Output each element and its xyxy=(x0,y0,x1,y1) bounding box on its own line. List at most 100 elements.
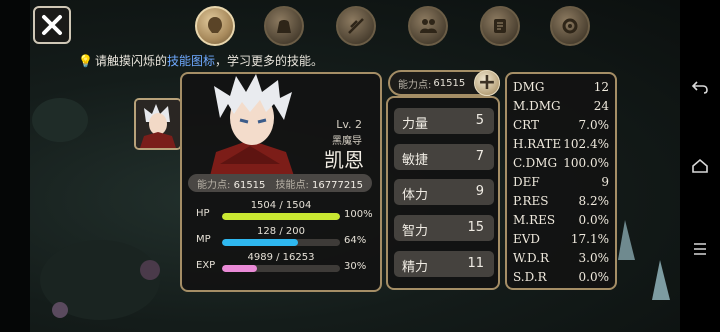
stat-row-dmg: DMG 12 xyxy=(507,78,615,97)
mp-label: MP xyxy=(196,234,211,245)
add-points-button[interactable]: + xyxy=(474,70,500,96)
exp-track xyxy=(222,265,340,272)
exp-percent: 30% xyxy=(344,261,367,272)
stat-key: DMG xyxy=(513,80,545,94)
back-icon xyxy=(691,81,708,94)
tab-inventory[interactable] xyxy=(264,6,304,46)
exp-label: EXP xyxy=(196,260,216,271)
ability-points-label: 能力点: xyxy=(197,179,231,191)
stat-key: S.D.R xyxy=(513,270,547,284)
character-name: 凯恩 xyxy=(324,148,364,172)
stat-row-evd: EVD 17.1% xyxy=(507,230,615,249)
stat-value: 7.0% xyxy=(578,118,610,132)
stat-key: DEF xyxy=(513,175,540,189)
hp-track xyxy=(222,213,340,220)
attribute-name: 智力 xyxy=(402,224,429,239)
tab-skills[interactable] xyxy=(336,6,376,46)
close-icon xyxy=(42,15,62,35)
mp-percent: 64% xyxy=(344,235,367,246)
tab-quest[interactable] xyxy=(480,6,520,46)
attribute-value: 5 xyxy=(475,113,484,128)
character-panel: Lv. 2 黑魔导 凯恩 能力点: 61515 技能点: 16777215 HP… xyxy=(180,72,382,292)
stat-key: EVD xyxy=(513,232,541,246)
ability-points: 能力点: 61515 xyxy=(197,176,265,191)
exp-fill xyxy=(222,265,258,272)
attribute-row-str[interactable]: 力量 5 xyxy=(394,108,494,134)
mp-value: 128 / 200 xyxy=(257,226,305,237)
feather-skill-icon xyxy=(348,18,364,34)
stat-key: M.DMG xyxy=(513,99,561,113)
stat-value: 0.0% xyxy=(578,270,610,284)
attribute-row-agi[interactable]: 敏捷 7 xyxy=(394,144,494,170)
gear-icon xyxy=(562,18,578,34)
stat-row-mdmg: M.DMG 24 xyxy=(507,97,615,116)
ability-points-value: 61515 xyxy=(233,179,266,191)
close-button[interactable] xyxy=(33,6,71,44)
stat-value: 0.0% xyxy=(578,213,610,227)
hp-percent: 100% xyxy=(344,209,373,220)
ap-header-value: 61515 xyxy=(433,77,466,89)
stat-value: 9 xyxy=(601,175,609,189)
home-icon xyxy=(692,158,708,173)
attribute-name: 精力 xyxy=(402,260,429,275)
skill-points: 技能点: 16777215 xyxy=(275,176,362,191)
stat-row-crt: CRT 7.0% xyxy=(507,116,615,135)
attribute-value: 7 xyxy=(475,149,484,164)
character-level: Lv. 2 xyxy=(336,118,362,131)
hint-suffix: ，学习更多的技能。 xyxy=(214,54,323,68)
home-button[interactable] xyxy=(689,155,711,177)
stat-value: 100.0% xyxy=(563,156,609,170)
hp-bar: HP 1504 / 1504 100% xyxy=(188,200,378,226)
exp-bar: EXP 4989 / 16253 30% xyxy=(188,252,378,278)
tab-party[interactable] xyxy=(408,6,448,46)
stat-row-sdr: S.D.R 0.0% xyxy=(507,268,615,287)
stats-panel: DMG 12 M.DMG 24 CRT 7.0% H.RATE 102.4% C.DMG… xyxy=(505,72,617,290)
mp-fill xyxy=(222,239,298,246)
skill-points-value: 16777215 xyxy=(312,179,363,191)
left-edge xyxy=(0,0,30,332)
menu-button[interactable] xyxy=(689,238,711,260)
attribute-name: 体力 xyxy=(402,188,429,203)
stat-key: P.RES xyxy=(513,194,549,208)
stat-key: H.RATE xyxy=(513,137,562,151)
attribute-row-int[interactable]: 智力 15 xyxy=(394,215,494,241)
character-thumbnail[interactable] xyxy=(134,98,182,150)
stat-value: 102.4% xyxy=(563,137,609,151)
exp-value: 4989 / 16253 xyxy=(247,252,315,263)
attribute-value: 9 xyxy=(475,184,484,199)
mp-track xyxy=(222,239,340,246)
stat-value: 12 xyxy=(593,80,609,94)
stat-row-def: DEF 9 xyxy=(507,173,615,192)
hint-highlight: 技能图标 xyxy=(166,54,215,68)
lightbulb-icon: 💡 xyxy=(78,54,93,68)
plus-icon: + xyxy=(477,70,497,95)
stat-value: 24 xyxy=(593,99,609,113)
stat-key: M.RES xyxy=(513,213,556,227)
stat-row-mres: M.RES 0.0% xyxy=(507,211,615,230)
stat-row-wdr: W.D.R 3.0% xyxy=(507,249,615,268)
attribute-name: 敏捷 xyxy=(402,153,429,168)
stat-row-hrate: H.RATE 102.4% xyxy=(507,135,615,154)
tab-settings[interactable] xyxy=(550,6,590,46)
attribute-value: 11 xyxy=(467,256,484,271)
character-portrait xyxy=(210,74,294,176)
stat-key: W.D.R xyxy=(513,251,550,265)
hint-prefix: 请触摸闪烁的 xyxy=(94,54,167,68)
stat-value: 3.0% xyxy=(578,251,610,265)
ap-header-label: 能力点: xyxy=(398,79,432,91)
party-icon xyxy=(420,19,437,33)
tab-character[interactable] xyxy=(195,6,235,46)
character-head-icon xyxy=(208,17,222,33)
background-crystal xyxy=(618,220,670,300)
bag-icon xyxy=(277,20,291,33)
menu-icon xyxy=(694,243,706,255)
back-button[interactable] xyxy=(689,76,711,98)
attribute-row-spi[interactable]: 精力 11 xyxy=(394,251,494,277)
hp-label: HP xyxy=(196,208,210,219)
stat-value: 8.2% xyxy=(578,194,610,208)
character-avatar xyxy=(136,100,180,148)
hp-fill xyxy=(222,213,340,220)
hp-value: 1504 / 1504 xyxy=(250,200,312,211)
stat-row-cdmg: C.DMG 100.0% xyxy=(507,154,615,173)
attribute-row-vit[interactable]: 体力 9 xyxy=(394,179,494,205)
